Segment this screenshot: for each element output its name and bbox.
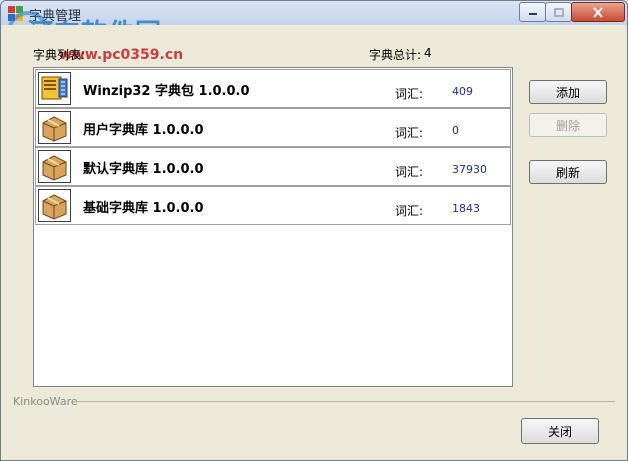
dictionary-name: 默认字典库 1.0.0.0 — [83, 162, 204, 177]
vocab-count: 0 — [452, 124, 459, 137]
dialog-body: www.pc0359.cn 字典列表: 字典总计: 4 Winzip32 字典包… — [1, 25, 627, 460]
brand-label: KinkooWare — [13, 395, 78, 408]
vocab-count: 409 — [452, 85, 473, 98]
vocab-count-label: 词汇: — [395, 204, 424, 218]
dictionary-list[interactable]: Winzip32 字典包 1.0.0.0 词汇: 409 用户字典库 1.0.0… — [33, 67, 513, 387]
dictionary-list-label: 字典列表: — [33, 48, 86, 62]
dictionary-row[interactable]: Winzip32 字典包 1.0.0.0 词汇: 409 — [35, 69, 511, 108]
box-icon — [38, 189, 71, 222]
vocab-count: 1843 — [452, 202, 480, 215]
close-button[interactable]: 关闭 — [521, 418, 599, 444]
dictionary-row[interactable]: 默认字典库 1.0.0.0 词汇: 37930 — [35, 147, 511, 186]
winzip-package-icon — [38, 72, 71, 105]
delete-button: 删除 — [529, 113, 607, 137]
dictionary-name: 基础字典库 1.0.0.0 — [83, 201, 204, 216]
box-icon — [38, 150, 71, 183]
dictionary-row[interactable]: 基础字典库 1.0.0.0 词汇: 1843 — [35, 186, 511, 225]
minimize-icon — [528, 13, 537, 15]
vocab-count-label: 词汇: — [395, 87, 424, 101]
vocab-count-label: 词汇: — [395, 165, 424, 179]
title-bar[interactable]: 字典管理 河东软件园 — [1, 1, 627, 53]
add-button[interactable]: 添加 — [529, 80, 607, 104]
dictionary-total-value: 4 — [424, 46, 432, 60]
vocab-count-label: 词汇: — [395, 126, 424, 140]
dictionary-manager-window: 字典管理 河东软件园 www.pc0359.cn 字典列表: 字典总计: 4 — [0, 0, 628, 461]
maximize-button — [545, 2, 572, 22]
dictionary-row[interactable]: 用户字典库 1.0.0.0 词汇: 0 — [35, 108, 511, 147]
window-close-button[interactable] — [571, 2, 625, 22]
dictionary-name: Winzip32 字典包 1.0.0.0 — [83, 84, 250, 99]
divider — [75, 401, 615, 402]
dictionary-name: 用户字典库 1.0.0.0 — [83, 123, 204, 138]
maximize-icon — [553, 7, 564, 17]
box-icon — [38, 111, 71, 144]
vocab-count: 37930 — [452, 163, 487, 176]
dictionary-total-label: 字典总计: — [369, 48, 422, 62]
close-icon — [593, 6, 603, 18]
minimize-button[interactable] — [519, 2, 546, 22]
refresh-button[interactable]: 刷新 — [529, 160, 607, 184]
